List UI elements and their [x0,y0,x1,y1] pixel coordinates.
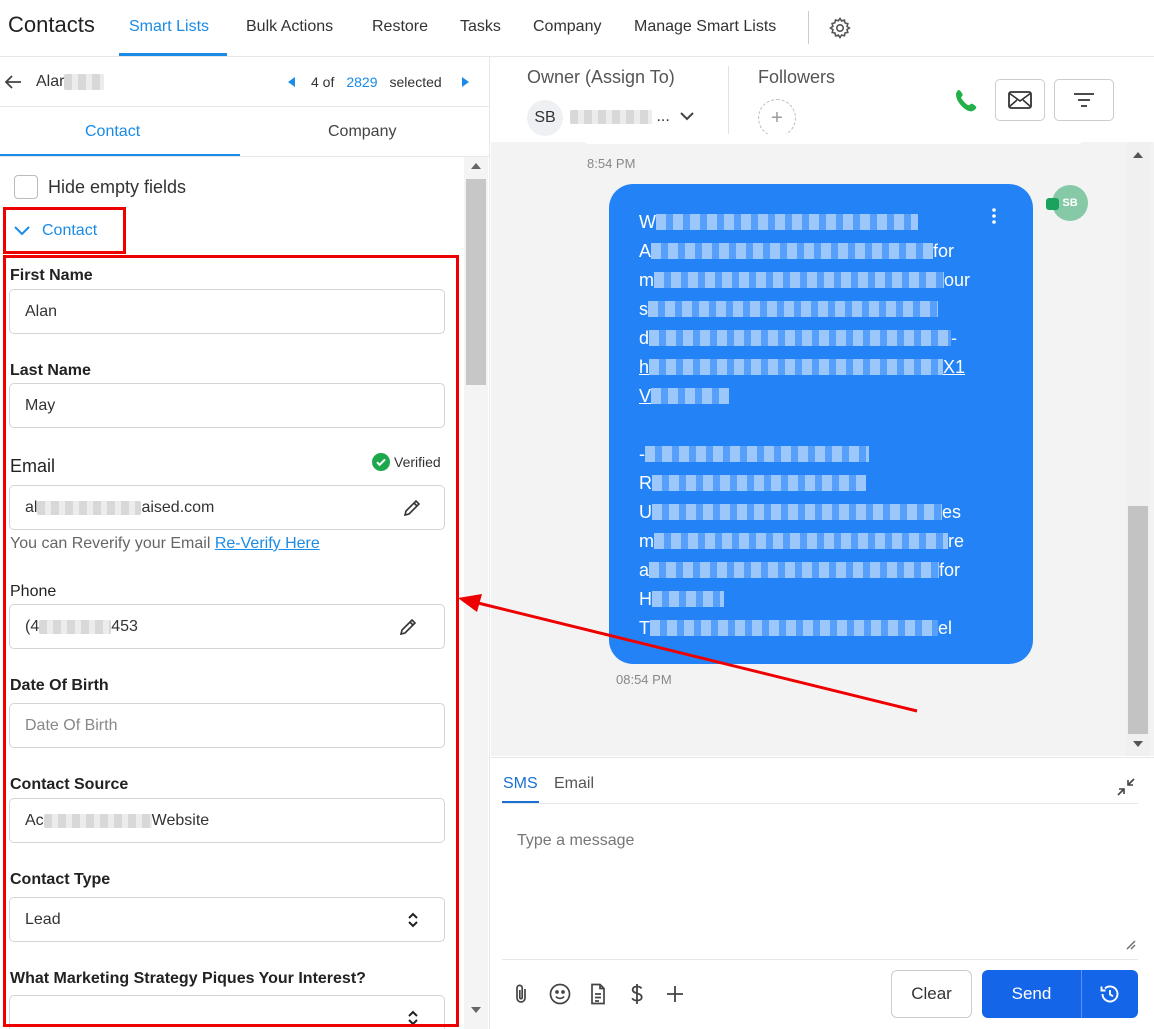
message-line: d- [639,327,958,348]
resize-grip-icon[interactable] [1124,938,1136,950]
add-follower-button[interactable]: + [758,99,796,137]
message-line: H [639,589,724,609]
contact-detail-panel: Alar 4 of 2829 selected Contact Company … [0,57,490,1029]
message-line: W [639,212,918,232]
composer-tab-indicator [502,801,539,803]
envelope-icon [1008,91,1032,109]
gear-icon[interactable] [828,16,852,40]
filter-lines-icon [1074,93,1094,107]
prev-record-icon[interactable] [288,77,295,87]
subtab-company[interactable]: Company [328,123,396,141]
tab-tasks[interactable]: Tasks [460,18,501,36]
scroll-down-icon[interactable] [1133,741,1143,747]
scroll-up-icon[interactable] [1133,152,1143,158]
tab-company[interactable]: Company [533,18,601,36]
composer-tab-rule [502,803,1138,804]
followers-label: Followers [758,67,836,87]
plus-icon[interactable] [663,982,687,1006]
message-line: Ues [639,501,962,522]
hide-empty-label: Hide empty fields [48,176,187,197]
next-record-icon[interactable] [461,77,469,87]
top-nav: Contacts Smart Lists Bulk Actions Restor… [0,0,1154,57]
header-divider [728,66,729,134]
schedule-button[interactable] [1081,970,1138,1018]
send-button[interactable]: Send [982,970,1081,1018]
clear-button[interactable]: Clear [891,970,972,1018]
template-document-icon[interactable] [586,982,610,1006]
hide-empty-fields[interactable]: Hide empty fields [14,175,186,199]
message-line: m our [639,269,971,290]
message-timestamp: 08:54 PM [616,672,672,687]
message-line: s [639,299,938,319]
scroll-up-icon[interactable] [471,163,481,169]
outgoing-message-bubble[interactable]: W Afor m our s d- h X1 V - R Ues m re a for … [609,184,1033,664]
owner-avatar: SB [527,100,563,136]
nav-divider [808,11,809,44]
left-scrollbar-thumb[interactable] [466,179,486,385]
collapse-icon[interactable] [1116,777,1136,797]
composer-tab-email[interactable]: Email [554,775,594,793]
previous-message-edge [581,134,1085,144]
record-total[interactable]: 2829 [346,74,377,90]
owner-label: Owner (Assign To) [527,67,675,87]
tab-smart-lists[interactable]: Smart Lists [129,18,209,36]
chevron-down-icon[interactable] [679,110,695,122]
record-navigation-bar: Alar 4 of 2829 selected [0,57,489,107]
message-line: - [639,444,869,464]
message-line: Tel [639,617,953,638]
annotation-box-section [3,207,126,254]
message-line: a for [639,559,961,580]
hide-empty-checkbox[interactable] [14,175,38,199]
clock-history-icon [1100,985,1119,1003]
message-line: Afor [639,240,955,261]
record-position: 4 of [311,74,335,90]
message-line: m re [639,530,965,551]
subtab-indicator [0,154,240,156]
message-kebab-icon[interactable] [992,208,996,224]
back-arrow-icon[interactable] [2,71,24,93]
composer-tab-sms[interactable]: SMS [503,775,538,793]
message-timestamp: 8:54 PM [587,156,636,171]
tab-bulk-actions[interactable]: Bulk Actions [246,18,333,36]
message-line: R [639,473,866,493]
email-button[interactable] [995,79,1045,121]
tab-restore[interactable]: Restore [372,18,428,36]
payment-dollar-icon[interactable] [625,982,649,1006]
tab-manage-smart-lists[interactable]: Manage Smart Lists [634,18,776,36]
record-selected: selected [389,74,442,90]
annotation-box-fields [3,255,459,1027]
thread-scrollbar-thumb[interactable] [1128,506,1148,734]
message-link-line[interactable]: V [639,386,730,406]
emoji-icon[interactable] [548,982,572,1006]
attachment-icon[interactable] [509,982,533,1006]
message-link-line[interactable]: h X1 [639,357,965,377]
subtab-contact[interactable]: Contact [85,123,140,141]
owner-select[interactable]: ... [570,108,670,126]
filter-button[interactable] [1054,79,1114,121]
active-tab-indicator [119,53,227,56]
record-name: Alar [36,73,105,91]
sms-channel-icon [1046,198,1059,210]
page-title: Contacts [8,12,95,37]
detail-subtabs: Contact Company [0,107,489,157]
scroll-down-icon[interactable] [471,1007,481,1013]
phone-call-icon[interactable] [954,88,980,114]
composer-toolbar-rule [502,959,1138,960]
record-pager: 4 of 2829 selected [288,74,469,90]
message-input[interactable] [503,816,1137,954]
